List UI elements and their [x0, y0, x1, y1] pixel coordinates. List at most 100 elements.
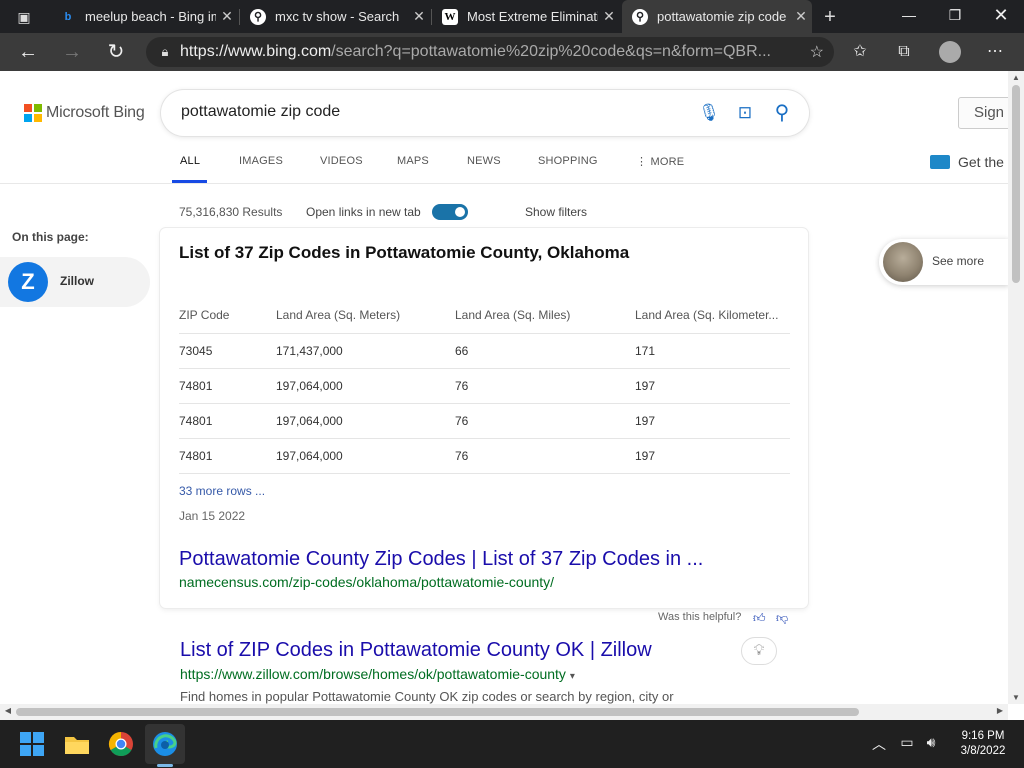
- scroll-left-icon[interactable]: ◀: [0, 706, 16, 715]
- table-row: 73045 171,437,000 66 171: [179, 333, 790, 369]
- tab-maps[interactable]: MAPS: [397, 155, 429, 167]
- collections-icon[interactable]: ⧉: [890, 38, 918, 66]
- volume-icon[interactable]: 🔊︎: [921, 734, 941, 751]
- tab-more[interactable]: ⋮ MORE: [636, 155, 684, 168]
- refresh-icon[interactable]: ↻: [102, 38, 130, 66]
- tab-mxc-tv-show[interactable]: ⚲ mxc tv show - Search ✕: [240, 0, 430, 33]
- scroll-up-icon[interactable]: ▲: [1008, 73, 1024, 82]
- address-bar[interactable]: 🔒︎ https://www.bing.com/search?q=pottawa…: [146, 37, 834, 67]
- table-cell: 197,064,000: [276, 403, 455, 439]
- caret-down-icon[interactable]: ▾: [570, 671, 575, 682]
- table-cell: 197: [635, 438, 790, 474]
- tab-most-extreme[interactable]: W Most Extreme Eliminatio ✕: [432, 0, 620, 33]
- was-this-helpful-label: Was this helpful?: [658, 611, 742, 623]
- column-header: Land Area (Sq. Meters): [276, 298, 455, 334]
- forward-icon[interactable]: →: [58, 38, 86, 66]
- more-rows-link[interactable]: 33 more rows ...: [179, 484, 265, 498]
- close-tab-icon[interactable]: ✕: [790, 8, 812, 25]
- result-description: Find homes in popular Pottawatomie Count…: [180, 689, 674, 704]
- back-icon[interactable]: ←: [14, 38, 42, 66]
- tab-videos[interactable]: VIDEOS: [320, 155, 363, 167]
- get-the-app-promo[interactable]: Get the: [930, 154, 1004, 170]
- scroll-down-icon[interactable]: ▼: [1008, 693, 1024, 702]
- card-title: List of 37 Zip Codes in Pottawatomie Cou…: [179, 243, 630, 262]
- result-title-link[interactable]: List of ZIP Codes in Pottawatomie County…: [180, 639, 652, 662]
- table-cell: 197: [635, 403, 790, 439]
- horizontal-scrollbar[interactable]: ◀ ▶: [0, 704, 1008, 720]
- close-tab-icon[interactable]: ✕: [216, 8, 238, 25]
- sidebar-item-zillow[interactable]: Z Zillow: [0, 257, 150, 307]
- card-date: Jan 15 2022: [179, 509, 246, 523]
- card-result-link[interactable]: Pottawatomie County Zip Codes | List of …: [179, 548, 703, 571]
- add-favorite-icon[interactable]: ☆: [810, 42, 824, 62]
- on-this-page-heading: On this page:: [12, 230, 89, 244]
- lock-icon[interactable]: 🔒︎: [150, 44, 180, 60]
- bing-logo[interactable]: Microsoft Bing: [24, 104, 145, 122]
- file-explorer-icon[interactable]: [63, 730, 91, 758]
- search-icon[interactable]: ⚲: [770, 101, 794, 125]
- table-cell: 74801: [179, 403, 276, 439]
- table-row: 74801 197,064,000 76 197: [179, 438, 790, 474]
- table-row: 74801 197,064,000 76 197: [179, 368, 790, 404]
- new-tab-icon[interactable]: +: [819, 6, 841, 28]
- table-cell: 76: [455, 403, 635, 439]
- tab-meelup-beach[interactable]: b meelup beach - Bing im ✕: [50, 0, 238, 33]
- favorites-icon[interactable]: ✩: [846, 38, 874, 66]
- clock-date: 3/8/2022: [960, 745, 1006, 757]
- show-hidden-icons-icon[interactable]: ︿: [869, 734, 889, 754]
- restore-icon[interactable]: ❐: [932, 0, 978, 33]
- zillow-icon: Z: [8, 262, 48, 302]
- vertical-scrollbar[interactable]: ▲ ▼: [1008, 71, 1024, 704]
- scroll-right-icon[interactable]: ▶: [992, 706, 1008, 715]
- table-cell: 76: [455, 438, 635, 474]
- zip-code-table: ZIP Code Land Area (Sq. Meters) Land Are…: [179, 298, 790, 474]
- settings-menu-icon[interactable]: ⋯: [981, 38, 1009, 66]
- column-header: Land Area (Sq. Kilometer...: [635, 298, 790, 334]
- tab-images[interactable]: IMAGES: [239, 155, 283, 167]
- see-more-thumbnail: [883, 242, 923, 282]
- show-filters-button[interactable]: Show filters: [525, 205, 587, 219]
- edge-icon[interactable]: [151, 730, 179, 758]
- horizontal-scroll-thumb[interactable]: [16, 708, 859, 716]
- table-cell: 66: [455, 333, 635, 369]
- chrome-icon[interactable]: [107, 730, 135, 758]
- profile-avatar[interactable]: [936, 38, 964, 66]
- tab-all[interactable]: ALL: [180, 155, 200, 167]
- search-icon: ⚲: [632, 8, 648, 25]
- url-text[interactable]: https://www.bing.com/search?q=pottawatom…: [180, 43, 790, 61]
- toggle-knob: [455, 207, 465, 217]
- windows-taskbar: ︿ ▭ 🔊︎ 9:16 PM 3/8/2022: [0, 720, 1024, 768]
- open-links-label: Open links in new tab: [306, 205, 421, 219]
- see-more-flyout[interactable]: See more: [879, 239, 1009, 285]
- microphone-icon[interactable]: 🎙︎: [697, 101, 721, 125]
- close-window-icon[interactable]: ✕: [978, 0, 1024, 33]
- table-header-row: ZIP Code Land Area (Sq. Meters) Land Are…: [179, 298, 790, 334]
- minimize-icon[interactable]: —: [886, 0, 932, 33]
- tab-shopping[interactable]: SHOPPING: [538, 155, 598, 167]
- windows-start-icon[interactable]: [18, 730, 46, 758]
- sidebar-item-label: Zillow: [60, 274, 94, 288]
- thumbs-up-icon[interactable]: 👍︎: [753, 611, 766, 626]
- close-tab-icon[interactable]: ✕: [408, 8, 430, 25]
- search-box[interactable]: pottawatomie zip code 🎙︎ ⊡ ⚲: [161, 90, 809, 136]
- network-icon[interactable]: ▭: [897, 734, 917, 751]
- search-input[interactable]: pottawatomie zip code: [181, 103, 340, 121]
- tab-title: pottawatomie zip code: [657, 9, 787, 24]
- table-cell: 76: [455, 368, 635, 404]
- tab-actions-icon[interactable]: ▣: [13, 6, 35, 28]
- lightbulb-icon[interactable]: 💡︎: [741, 637, 777, 665]
- close-tab-icon[interactable]: ✕: [598, 8, 620, 25]
- result-url[interactable]: https://www.zillow.com/browse/homes/ok/p…: [180, 666, 575, 682]
- system-clock[interactable]: 9:16 PM 3/8/2022: [948, 729, 1018, 759]
- open-links-toggle[interactable]: [432, 204, 468, 220]
- card-result-url[interactable]: namecensus.com/zip-codes/oklahoma/pottaw…: [179, 574, 554, 590]
- clock-time: 9:16 PM: [961, 730, 1005, 742]
- see-more-label: See more: [932, 254, 985, 268]
- microsoft-logo-icon: [24, 104, 42, 122]
- tab-news[interactable]: NEWS: [467, 155, 501, 167]
- visual-search-icon[interactable]: ⊡: [733, 101, 757, 125]
- vertical-scroll-thumb[interactable]: [1012, 85, 1020, 283]
- table-cell: 197,064,000: [276, 438, 455, 474]
- thumbs-down-icon[interactable]: 👎︎: [776, 611, 788, 626]
- tab-pottawatomie-zip-code[interactable]: ⚲ pottawatomie zip code ✕: [622, 0, 812, 33]
